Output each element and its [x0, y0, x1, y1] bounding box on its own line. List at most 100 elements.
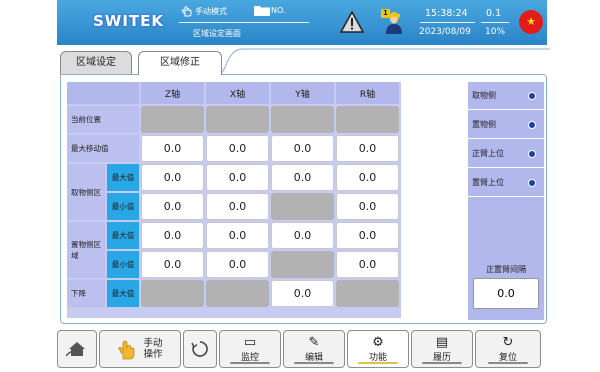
- descend-max-z: [141, 280, 204, 307]
- side-status-panel: 取物侧 置物侧 正臂上位 置臂上位 正置臂间隔 0.0: [468, 82, 544, 320]
- cycle-icon: [191, 341, 208, 357]
- place-min-y: [271, 251, 334, 278]
- folder-icon: [254, 5, 270, 19]
- pick-max-y[interactable]: 0.0: [271, 164, 334, 191]
- place-max-r[interactable]: 0.0: [336, 222, 399, 249]
- screen-name: 区域设定画面: [193, 29, 241, 38]
- home-button[interactable]: [57, 330, 97, 368]
- current-r: [336, 106, 399, 133]
- pick-min-y: [271, 193, 334, 220]
- function-button[interactable]: ⚙ 功能: [347, 330, 409, 368]
- reset-button[interactable]: ↻ 复位: [475, 330, 541, 368]
- clock-time: 15:38:24: [425, 8, 468, 19]
- place-max-z[interactable]: 0.0: [141, 222, 204, 249]
- side-item-label: 置物侧: [472, 120, 496, 129]
- current-z: [141, 106, 204, 133]
- bottom-nav: 手动 操作 ▭ 监控 ✎ 编辑 ⚙ 功能 ▤ 履历 ↻ 复位: [57, 324, 547, 372]
- current-x: [206, 106, 269, 133]
- mode-label: 手动模式: [195, 7, 227, 16]
- edit-underline: [294, 362, 334, 364]
- side-item-place-side: 置物侧: [468, 111, 544, 139]
- history-underline: [422, 362, 462, 364]
- max-move-r[interactable]: 0.0: [336, 135, 399, 162]
- place-max-label: 最大值: [107, 222, 139, 249]
- status-dot-icon: [528, 150, 536, 158]
- speed-divider: [481, 22, 509, 23]
- monitor-button[interactable]: ▭ 监控: [219, 330, 281, 368]
- reset-label: 复位: [498, 352, 517, 363]
- side-item-place-arm-up: 置臂上位: [468, 169, 544, 197]
- column-header-z: Z轴: [141, 82, 204, 104]
- pick-max-label: 最大值: [107, 164, 139, 191]
- arm-interval-label: 正置臂间隔: [486, 265, 526, 274]
- grid-corner: [67, 82, 139, 104]
- row-label-max-move: 最大移动值: [67, 135, 139, 162]
- descend-max-y[interactable]: 0.0: [271, 280, 334, 307]
- pick-max-z[interactable]: 0.0: [141, 164, 204, 191]
- speed-value: 0.1: [486, 8, 502, 19]
- china-flag-icon[interactable]: ★: [519, 10, 543, 34]
- axis-grid: Z轴 X轴 Y轴 R轴 当前位置 最大移动值 0.0 0.0 0.0 0.0 取…: [67, 82, 401, 318]
- pick-min-r[interactable]: 0.0: [336, 193, 399, 220]
- hand-point-icon: [118, 340, 135, 360]
- arm-interval-input[interactable]: 0.0: [473, 278, 539, 309]
- tab-outline: [220, 48, 550, 75]
- cycle-button[interactable]: [183, 330, 217, 368]
- function-underline: [358, 362, 398, 364]
- place-min-z[interactable]: 0.0: [141, 251, 204, 278]
- warning-icon[interactable]: [340, 11, 364, 33]
- edit-label: 编辑: [304, 352, 323, 363]
- brand-logo: SWITEK: [93, 12, 165, 30]
- zone-correction-panel: Z轴 X轴 Y轴 R轴 当前位置 最大移动值 0.0 0.0 0.0 0.0 取…: [60, 74, 547, 324]
- home-icon: [66, 342, 85, 357]
- max-move-y[interactable]: 0.0: [271, 135, 334, 162]
- max-move-z[interactable]: 0.0: [141, 135, 204, 162]
- place-max-y[interactable]: 0.0: [271, 222, 334, 249]
- function-label: 功能: [368, 352, 387, 363]
- operator-badge: 1: [383, 9, 388, 17]
- reset-icon: ↻: [502, 334, 514, 350]
- place-min-x[interactable]: 0.0: [206, 251, 269, 278]
- monitor-icon: ▭: [243, 334, 257, 350]
- place-min-r[interactable]: 0.0: [336, 251, 399, 278]
- row-label-descend: 下降: [67, 280, 105, 307]
- column-header-x: X轴: [206, 82, 269, 104]
- monitor-label: 监控: [240, 352, 259, 363]
- reset-underline: [488, 362, 528, 364]
- monitor-underline: [230, 362, 270, 364]
- tab-zone-correction[interactable]: 区域修正: [138, 51, 222, 75]
- history-icon: ▤: [435, 334, 449, 350]
- status-dot-icon: [528, 121, 536, 129]
- place-max-x[interactable]: 0.0: [206, 222, 269, 249]
- row-label-current-position: 当前位置: [67, 106, 139, 133]
- manual-operation-button[interactable]: 手动 操作: [99, 330, 181, 368]
- column-header-r: R轴: [336, 82, 399, 104]
- pick-min-x[interactable]: 0.0: [206, 193, 269, 220]
- side-item-arm-up: 正臂上位: [468, 140, 544, 168]
- pick-min-z[interactable]: 0.0: [141, 193, 204, 220]
- tab-zone-setting[interactable]: 区域设定: [60, 51, 132, 75]
- top-header: SWITEK 手动模式 NO. 区域设定画面 1 15:38:24 2023/0…: [57, 0, 547, 45]
- row-label-place-zone: 置物侧区域: [67, 222, 105, 278]
- max-move-x[interactable]: 0.0: [206, 135, 269, 162]
- row-label-pick-zone: 取物侧区: [67, 164, 105, 220]
- gear-icon: ⚙: [372, 334, 384, 350]
- descend-max-r: [336, 280, 399, 307]
- pick-max-r[interactable]: 0.0: [336, 164, 399, 191]
- edit-icon: ✎: [308, 334, 320, 350]
- history-button[interactable]: ▤ 履历: [411, 330, 473, 368]
- history-label: 履历: [432, 352, 451, 363]
- manual-operation-label: 手动 操作: [143, 338, 163, 360]
- descend-max-label: 最大值: [107, 280, 139, 307]
- side-item-pick-side: 取物侧: [468, 82, 544, 110]
- edit-button[interactable]: ✎ 编辑: [283, 330, 345, 368]
- pick-max-x[interactable]: 0.0: [206, 164, 269, 191]
- status-dot-icon: [528, 92, 536, 100]
- side-item-label: 置臂上位: [472, 178, 504, 187]
- time-divider: [420, 22, 475, 23]
- column-header-y: Y轴: [271, 82, 334, 104]
- descend-max-x: [206, 280, 269, 307]
- speed-percent: 10%: [485, 27, 506, 37]
- side-item-label: 正臂上位: [472, 149, 504, 158]
- hmi-screen: SWITEK 手动模式 NO. 区域设定画面 1 15:38:24 2023/0…: [57, 0, 550, 372]
